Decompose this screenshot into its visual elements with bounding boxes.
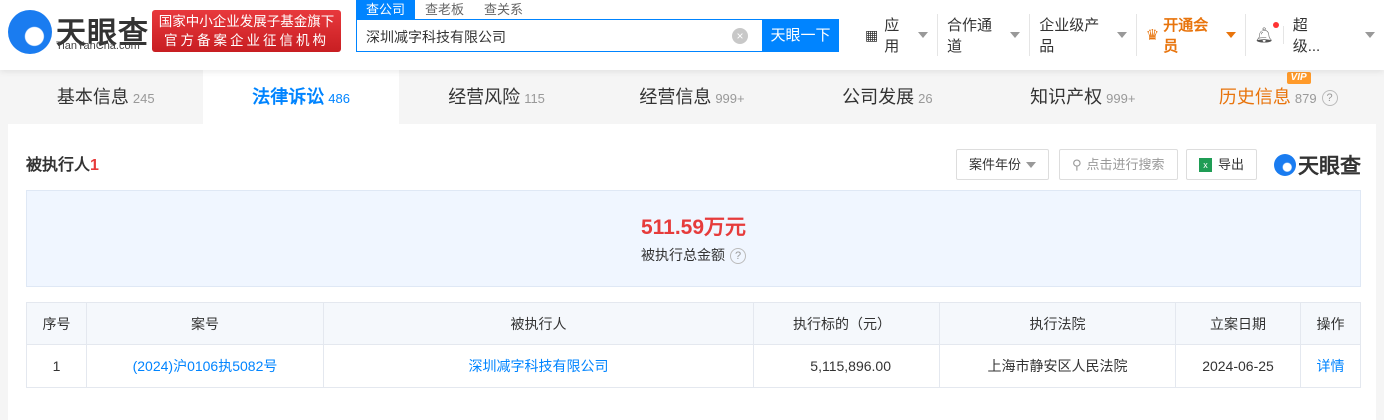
bell-icon: 🔔︎ xyxy=(1254,27,1274,44)
col-header: 立案日期 xyxy=(1175,302,1301,345)
col-header: 案号 xyxy=(86,302,324,345)
search-input[interactable]: 深圳减字科技有限公司 × xyxy=(356,19,762,52)
search-value: 深圳减字科技有限公司 xyxy=(366,29,506,45)
tab-count: 115 xyxy=(524,91,545,106)
chevron-down-icon xyxy=(918,32,929,38)
chevron-down-icon xyxy=(1225,32,1236,38)
col-header: 序号 xyxy=(26,302,87,345)
cell-index: 1 xyxy=(26,344,87,388)
total-amount-label: 被执行总金额? xyxy=(27,245,1360,265)
cell-amount: 5,115,896.00 xyxy=(753,344,940,388)
tab-count: 999+ xyxy=(1106,91,1136,106)
dimension-tabs: 基本信息 245 法律诉讼 486 经营风险 115 经营信息 999+ 公司发展 26 … xyxy=(8,70,1376,124)
detail-link[interactable]: 详情 xyxy=(1300,344,1361,388)
logo-subtitle: TianYanCha.com xyxy=(56,40,140,52)
col-header: 被执行人 xyxy=(323,302,754,345)
tab-label: 法律诉讼 xyxy=(252,87,325,107)
help-icon[interactable]: ? xyxy=(730,248,746,265)
search-icon: ⚲ xyxy=(1072,157,1082,172)
nav-apps[interactable]: ▦ 应用 xyxy=(856,14,939,56)
tab-legal[interactable]: 法律诉讼 486 xyxy=(203,70,399,124)
export-button[interactable]: x 导出 xyxy=(1186,149,1257,180)
cell-date: 2024-06-25 xyxy=(1175,344,1301,388)
year-filter[interactable]: 案件年份 xyxy=(956,149,1049,180)
company-link[interactable]: 深圳减字科技有限公司 xyxy=(323,344,754,388)
tab-label: 公司发展 xyxy=(842,87,915,107)
top-nav: ▦ 应用 合作通道 企业级产品 ♛ 开通会员 🔔︎ 超级... xyxy=(856,14,1384,56)
table-header-row: 序号 案号 被执行人 执行标的（元） 执行法院 立案日期 操作 xyxy=(26,302,1361,345)
nav-label: 应用 xyxy=(884,17,900,55)
col-header: 操作 xyxy=(1300,302,1361,345)
chevron-down-icon xyxy=(1116,32,1127,38)
search-tab-relation[interactable]: 查关系 xyxy=(474,0,533,20)
tab-count: 999+ xyxy=(715,91,745,106)
notification-dot xyxy=(1272,22,1279,28)
search-type-tabs: 查公司 查老板 查关系 xyxy=(356,0,533,20)
official-banner: 国家中小企业发展子基金旗下 官方备案企业征信机构 xyxy=(152,10,341,52)
chevron-down-icon xyxy=(1365,32,1375,38)
nav-label: 开通会员 xyxy=(1163,17,1209,55)
title-count: 1 xyxy=(90,157,99,174)
filter-label: 案件年份 xyxy=(969,157,1022,172)
user-menu[interactable]: 超级... xyxy=(1284,14,1384,56)
help-icon[interactable]: ? xyxy=(1321,90,1338,107)
nav-label: 企业级产品 xyxy=(1039,17,1100,55)
notification-bell[interactable]: 🔔︎ xyxy=(1246,22,1284,44)
grid-icon: ▦ xyxy=(865,26,879,43)
tab-count: 879 xyxy=(1294,91,1317,106)
nav-enterprise[interactable]: 企业级产品 xyxy=(1030,14,1137,56)
search-tab-company[interactable]: 查公司 xyxy=(356,0,416,20)
logo-icon xyxy=(1274,154,1296,176)
brand-text: 天眼查 xyxy=(1298,155,1361,178)
search-placeholder: 点击进行搜索 xyxy=(1086,157,1165,172)
tab-label: 经营风险 xyxy=(448,87,521,107)
col-header: 执行标的（元） xyxy=(753,302,940,345)
search-tab-boss[interactable]: 查老板 xyxy=(415,0,474,20)
col-header: 执行法院 xyxy=(939,302,1176,345)
tab-operation[interactable]: 经营信息 999+ xyxy=(594,70,789,124)
tab-history[interactable]: VIP 历史信息 879? xyxy=(1181,70,1376,124)
tab-basic-info[interactable]: 基本信息 245 xyxy=(8,70,203,124)
title-text: 被执行人 xyxy=(26,157,91,174)
table-row: 1 (2024)沪0106执5082号 深圳减字科技有限公司 5,115,896… xyxy=(26,344,1361,388)
tab-count: 26 xyxy=(918,91,933,106)
label-text: 被执行总金额 xyxy=(641,247,725,263)
section-title: 被执行人1 xyxy=(26,151,99,175)
crown-icon: ♛ xyxy=(1145,27,1160,44)
username: 超级... xyxy=(1292,17,1321,55)
top-header: 天眼查 TianYanCha.com 国家中小企业发展子基金旗下 官方备案企业征… xyxy=(0,0,1384,70)
tab-label: 经营信息 xyxy=(639,87,712,107)
tab-count: 486 xyxy=(328,91,350,106)
brand-watermark: 天眼查 xyxy=(1274,150,1361,180)
cell-court: 上海市静安区人民法院 xyxy=(939,344,1176,388)
tab-count: 245 xyxy=(132,91,155,106)
tab-label: 知识产权 xyxy=(1030,87,1103,107)
tab-label: 历史信息 xyxy=(1218,87,1291,107)
tab-development[interactable]: 公司发展 26 xyxy=(790,70,985,124)
case-number-link[interactable]: (2024)沪0106执5082号 xyxy=(86,344,324,388)
excel-icon: x xyxy=(1199,157,1212,172)
chevron-down-icon xyxy=(1026,161,1036,168)
banner-line1: 国家中小企业发展子基金旗下 xyxy=(158,14,335,29)
summary-box: 511.59万元 被执行总金额? xyxy=(26,190,1361,287)
export-label: 导出 xyxy=(1218,157,1245,172)
section-search[interactable]: ⚲ 点击进行搜索 xyxy=(1059,149,1178,180)
total-amount: 511.59万元 xyxy=(640,216,747,239)
clear-icon[interactable]: × xyxy=(732,28,748,44)
executed-person-table: 序号 案号 被执行人 执行标的（元） 执行法院 立案日期 操作 1 (2024)… xyxy=(26,302,1361,388)
tab-ip[interactable]: 知识产权 999+ xyxy=(985,70,1180,124)
nav-partner[interactable]: 合作通道 xyxy=(938,14,1031,56)
logo-icon[interactable] xyxy=(8,10,52,54)
chevron-down-icon xyxy=(1010,32,1021,38)
tab-risk[interactable]: 经营风险 115 xyxy=(399,70,594,124)
search-button[interactable]: 天眼一下 xyxy=(762,19,839,52)
tab-label: 基本信息 xyxy=(56,87,129,107)
nav-vip[interactable]: ♛ 开通会员 xyxy=(1137,14,1246,56)
banner-line2: 官方备案企业征信机构 xyxy=(164,33,329,48)
nav-label: 合作通道 xyxy=(947,17,993,55)
vip-badge: VIP xyxy=(1286,72,1311,84)
